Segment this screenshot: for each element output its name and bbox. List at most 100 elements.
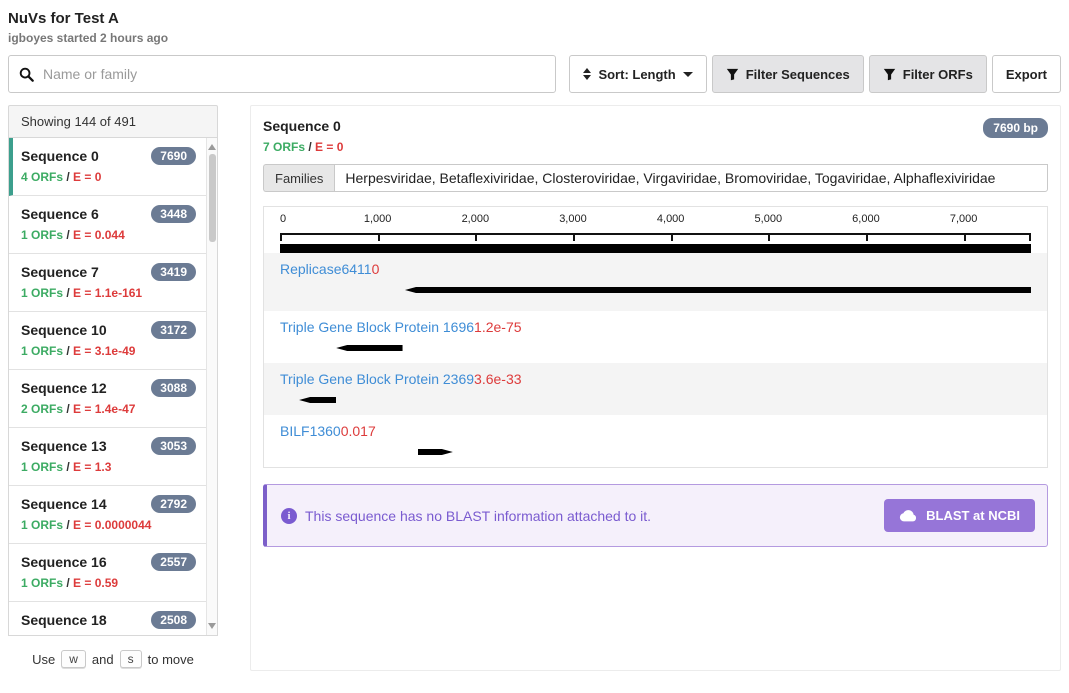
sort-button[interactable]: Sort: Length <box>569 55 706 93</box>
sort-label: Sort: Length <box>598 67 675 82</box>
filter-sequences-button[interactable]: Filter Sequences <box>712 55 864 93</box>
orf-bar <box>299 397 336 403</box>
blast-button-label: BLAST at NCBI <box>926 508 1020 523</box>
length-badge: 3448 <box>151 205 196 223</box>
sequence-list-item[interactable]: Sequence 12 3088 2 ORFs / E = 1.4e-47 <box>9 370 206 428</box>
length-badge: 2557 <box>151 553 196 571</box>
sequence-stats: 7 ORFs / E = 0 <box>263 140 343 154</box>
orf-track <box>280 287 1031 293</box>
axis-tick-label: 5,000 <box>755 213 783 225</box>
sequence-list[interactable]: Sequence 076904 ORFs / E = 0Sequence 634… <box>8 138 218 636</box>
sequence-list-item[interactable]: Sequence 1330531 ORFs / E = 1.3 <box>9 428 206 486</box>
sequence-name: Sequence 18 <box>21 612 107 628</box>
sequence-list-item[interactable]: Sequence 1427921 ORFs / E = 0.0000044 <box>9 486 206 544</box>
axis-tick <box>671 234 673 241</box>
length-badge: 3419 <box>151 263 196 281</box>
sequence-list-item[interactable]: Sequence 634481 ORFs / E = 0.044 <box>9 196 206 254</box>
axis-tick-label: 4,000 <box>657 213 685 225</box>
orf-name: Triple Gene Block Protein 2369 <box>280 371 474 387</box>
orf-row[interactable]: Replicase64110 <box>264 253 1047 311</box>
sequence-title: Sequence 0 <box>263 118 343 134</box>
families-value: Herpesviridae, Betaflexiviridae, Closter… <box>334 164 1048 192</box>
sequence-ruler: 01,0002,0003,0004,0005,0006,0007,000 <box>264 207 1047 253</box>
orf-row[interactable]: BILF13600.017 <box>264 415 1047 467</box>
blast-at-ncbi-button[interactable]: BLAST at NCBI <box>884 499 1035 532</box>
sequence-name: Sequence 7 <box>21 264 99 280</box>
funnel-icon <box>726 68 739 81</box>
toolbar: Sort: Length Filter Sequences Filter ORF… <box>8 55 1061 93</box>
orf-label: BILF13600.017 <box>280 423 1031 439</box>
length-badge: 3088 <box>151 379 196 397</box>
axis-line <box>280 233 1031 235</box>
search-input[interactable] <box>43 66 545 82</box>
key-s: s <box>120 650 142 668</box>
sequence-name: Sequence 12 <box>21 380 107 396</box>
orf-bar <box>336 345 402 351</box>
sequence-stats: 2 ORFs / E = 1.4e-47 <box>21 402 196 416</box>
filter-orfs-button[interactable]: Filter ORFs <box>869 55 987 93</box>
axis-tick <box>475 234 477 241</box>
orf-evalue: 3.6e-33 <box>474 371 521 387</box>
families-group: Families Herpesviridae, Betaflexiviridae… <box>263 164 1048 192</box>
length-badge: 3172 <box>151 321 196 339</box>
search-box[interactable] <box>8 55 556 93</box>
orf-count: 7 ORFs <box>263 140 305 154</box>
export-button[interactable]: Export <box>992 55 1061 93</box>
orf-label: Replicase64110 <box>280 261 1031 277</box>
scrollbar-thumb[interactable] <box>209 154 216 242</box>
scroll-down-arrow-icon[interactable] <box>207 619 217 633</box>
orf-evalue: 0.017 <box>341 423 376 439</box>
scroll-up-arrow-icon[interactable] <box>207 140 217 154</box>
orf-bar <box>418 449 453 455</box>
sequence-stats: 1 ORFs / E = 0.59 <box>21 576 196 590</box>
funnel-icon <box>883 68 896 81</box>
axis-end-tick <box>1029 234 1031 241</box>
sort-updown-icon <box>583 68 591 80</box>
sequence-list-item[interactable]: Sequence 1031721 ORFs / E = 3.1e-49 <box>9 312 206 370</box>
orf-row[interactable]: Triple Gene Block Protein 16961.2e-75 <box>264 311 1047 363</box>
sequence-sidebar: Showing 144 of 491 Sequence 076904 ORFs … <box>8 105 218 668</box>
orf-track <box>280 345 1031 351</box>
key-w: w <box>61 650 86 668</box>
sequence-name: Sequence 10 <box>21 322 107 338</box>
axis-tick-label: 7,000 <box>950 213 978 225</box>
orf-name: BILF1360 <box>280 423 341 439</box>
orf-label: Triple Gene Block Protein 23693.6e-33 <box>280 371 1031 387</box>
sequence-list-item[interactable]: Sequence 076904 ORFs / E = 0 <box>9 138 206 196</box>
axis-tick-label: 3,000 <box>559 213 587 225</box>
sequence-stats: 1 ORFs / E = 0.0000044 <box>21 518 196 532</box>
orf-name: Replicase6411 <box>280 261 372 277</box>
hint-text: and <box>92 652 114 667</box>
sequence-list-item[interactable]: Sequence 1625571 ORFs / E = 0.59 <box>9 544 206 602</box>
orf-evalue: 0 <box>372 261 380 277</box>
axis-tick-label: 2,000 <box>462 213 490 225</box>
axis-tick-label: 6,000 <box>852 213 880 225</box>
sequence-list-item[interactable]: Sequence 734191 ORFs / E = 1.1e-161 <box>9 254 206 312</box>
axis-tick <box>768 234 770 241</box>
info-icon: i <box>281 508 297 524</box>
sequence-name: Sequence 13 <box>21 438 107 454</box>
length-badge: 7690 <box>151 147 196 165</box>
keyboard-hint: Use w and s to move <box>8 650 218 668</box>
orf-label: Triple Gene Block Protein 16961.2e-75 <box>280 319 1031 335</box>
axis-tick <box>964 234 966 241</box>
sequence-stats: 4 ORFs / E = 0 <box>21 170 196 184</box>
hint-text: Use <box>32 652 55 667</box>
orf-track <box>280 449 1031 455</box>
list-scrollbar[interactable] <box>206 138 217 635</box>
filter-sequences-label: Filter Sequences <box>746 67 850 82</box>
axis-tick <box>866 234 868 241</box>
sequence-name: Sequence 14 <box>21 496 107 512</box>
sequence-bar <box>280 244 1031 253</box>
detail-header: Sequence 0 7 ORFs / E = 0 7690 bp <box>263 118 1048 154</box>
sequence-list-item[interactable]: Sequence 18 2508 <box>9 602 206 636</box>
hint-text: to move <box>148 652 194 667</box>
length-badge: 2508 <box>151 611 196 629</box>
orf-track <box>280 397 1031 403</box>
axis-tick-label: 1,000 <box>364 213 392 225</box>
blast-alert-text: This sequence has no BLAST information a… <box>305 508 651 524</box>
families-label: Families <box>263 164 334 192</box>
orf-row[interactable]: Triple Gene Block Protein 23693.6e-33 <box>264 363 1047 415</box>
sequence-stats: 1 ORFs / E = 1.3 <box>21 460 196 474</box>
sequence-name: Sequence 6 <box>21 206 99 222</box>
